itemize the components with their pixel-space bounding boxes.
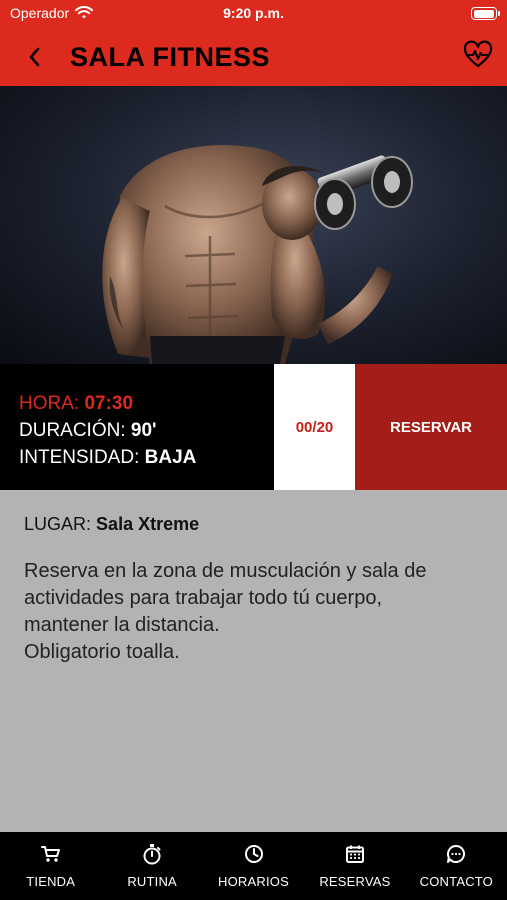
tab-horarios[interactable]: HORARIOS [203, 832, 304, 900]
clock-icon [243, 843, 265, 865]
session-info-band: HORA: 07:30 DURACIÓN: 90' INTENSIDAD: BA… [0, 364, 507, 490]
battery-icon [471, 7, 500, 20]
reserve-button[interactable]: RESERVAR [355, 364, 507, 490]
tab-contacto[interactable]: CONTACTO [406, 832, 507, 900]
page-title: SALA FITNESS [70, 42, 271, 72]
duracion-value: 90' [130, 420, 157, 441]
session-details: HORA: 07:30 DURACIÓN: 90' INTENSIDAD: BA… [0, 364, 274, 490]
capacity-value: 00/20 [295, 418, 334, 436]
tab-tienda-label: TIENDA [26, 874, 76, 889]
tab-rutina[interactable]: RUTINA [101, 832, 202, 900]
heart-rate-button[interactable] [463, 40, 493, 70]
hora-label: HORA: [19, 393, 80, 414]
capacity-counter: 00/20 [274, 364, 355, 490]
duracion-row: DURACIÓN: 90' [19, 417, 274, 444]
description-text: Reserva en la zona de musculación y sala… [24, 560, 427, 663]
header-bar: SALA FITNESS [0, 28, 507, 86]
bodybuilder-photo [102, 145, 413, 364]
hora-value: 07:30 [84, 393, 134, 414]
chevron-left-icon [29, 47, 40, 67]
intensidad-label: INTENSIDAD: [19, 447, 140, 468]
location-row: LUGAR: Sala Xtreme [24, 512, 483, 536]
tab-rutina-label: RUTINA [127, 874, 177, 889]
location-label: LUGAR: [24, 514, 92, 534]
details-panel: LUGAR: Sala Xtreme Reserva en la zona de… [0, 490, 507, 832]
heart-rate-icon [463, 40, 493, 68]
tab-reservas-label: RESERVAS [319, 874, 391, 889]
stopwatch-icon [141, 843, 163, 865]
reserve-button-label: RESERVAR [390, 418, 472, 436]
back-button[interactable] [20, 42, 48, 72]
chat-icon [445, 843, 467, 865]
tab-horarios-label: HORARIOS [218, 874, 289, 889]
tab-reservas[interactable]: RESERVAS [304, 832, 405, 900]
cart-icon [40, 843, 62, 865]
intensidad-row: INTENSIDAD: BAJA [19, 444, 274, 471]
hero-image [0, 86, 507, 364]
status-bar: Operador 9:20 p.m. [0, 0, 507, 28]
tab-tienda[interactable]: TIENDA [0, 832, 101, 900]
tab-bar: TIENDA RUTINA HORARIOS RESERVAS CONTACTO [0, 832, 507, 900]
location-value: Sala Xtreme [96, 514, 200, 534]
tab-contacto-label: CONTACTO [419, 874, 493, 889]
calendar-icon [344, 843, 366, 865]
intensidad-value: BAJA [144, 447, 197, 468]
duracion-label: DURACIÓN: [19, 420, 126, 441]
hora-row: HORA: 07:30 [19, 390, 274, 417]
status-time: 9:20 p.m. [223, 5, 284, 21]
